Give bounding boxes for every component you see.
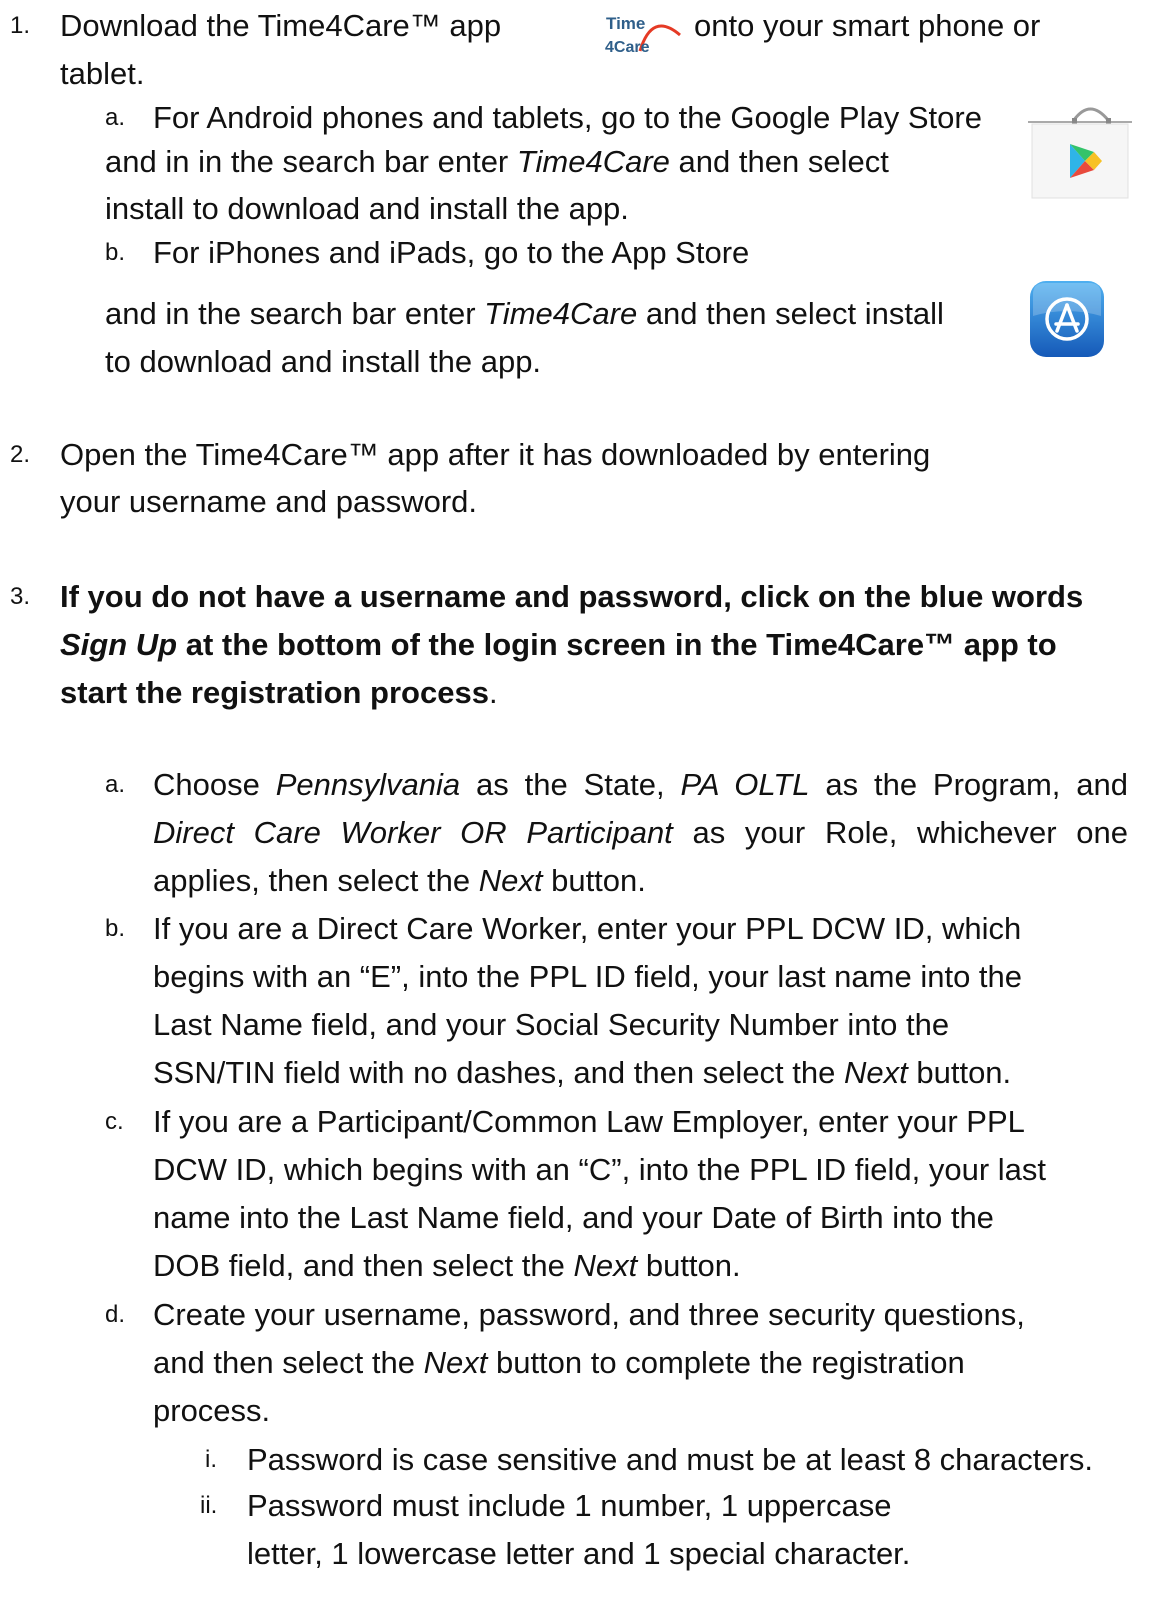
item-1a-line-1: For Android phones and tablets, go to th… [153, 100, 982, 135]
app-store-icon [1030, 281, 1104, 357]
item-2-line-1: Open the Time4Care™ app after it has dow… [60, 437, 931, 472]
item-1a-line-2: and in in the search bar enter Time4Care… [105, 144, 889, 179]
item-3a-line-2: Direct Care Worker OR Participant as you… [153, 815, 1128, 850]
item-3d-ii-marker: ii. [200, 1492, 218, 1519]
time4care-logo-icon: Time 4Care [605, 14, 681, 53]
item-1a-marker: a. [105, 104, 126, 131]
item-1-line-1: Download the Time4Care™ app [60, 8, 502, 43]
item-3a-line-3: applies, then select the Next button. [153, 863, 646, 898]
item-3d-marker: d. [105, 1301, 126, 1328]
item-1b-line-3: to download and install the app. [105, 344, 542, 379]
item-3b-line-4: SSN/TIN field with no dashes, and then s… [153, 1055, 1012, 1090]
item-3c-line-2: DCW ID, which begins with an “C”, into t… [153, 1152, 1047, 1187]
item-3d-i-marker: i. [205, 1446, 217, 1473]
item-1a-line-3: install to download and install the app. [105, 191, 629, 226]
item-1-marker: 1. [10, 12, 31, 39]
item-3b-line-1: If you are a Direct Care Worker, enter y… [153, 911, 1022, 946]
item-1b-line-1: For iPhones and iPads, go to the App Sto… [153, 235, 750, 270]
item-3a-marker: a. [105, 771, 126, 798]
item-3b-line-2: begins with an “E”, into the PPL ID fiel… [153, 959, 1023, 994]
item-3c-line-4: DOB field, and then select the Next butt… [153, 1248, 741, 1283]
google-play-store-icon [1028, 107, 1132, 199]
item-1b-line-2: and in the search bar enter Time4Care an… [105, 296, 944, 331]
item-3c-line-1: If you are a Participant/Common Law Empl… [153, 1104, 1025, 1139]
item-2-line-2: your username and password. [60, 484, 478, 519]
item-3c-line-3: name into the Last Name field, and your … [153, 1200, 994, 1235]
item-3d-line-1: Create your username, password, and thre… [153, 1297, 1025, 1332]
item-1-line-3: tablet. [60, 56, 145, 91]
item-3d-i-line-1: Password is case sensitive and must be a… [247, 1442, 1094, 1477]
item-3b-marker: b. [105, 915, 126, 942]
item-3d-line-3: process. [153, 1393, 271, 1428]
item-3-line-3: start the registration process. [60, 675, 498, 710]
item-3d-line-2: and then select the Next button to compl… [153, 1345, 965, 1380]
item-2-marker: 2. [10, 441, 31, 468]
time4care-logo-top-text: Time [606, 14, 645, 33]
item-3d-ii-line-2: letter, 1 lowercase letter and 1 special… [247, 1536, 911, 1571]
item-3-line-2: Sign Up at the bottom of the login scree… [60, 627, 1057, 662]
item-1-line-2: onto your smart phone or [694, 8, 1041, 43]
time4care-logo-bottom-text: 4Care [605, 39, 650, 53]
item-3a-line-1: Choose Pennsylvania as the State, PA OLT… [153, 767, 1129, 802]
item-3-line-1: If you do not have a username and passwo… [60, 579, 1084, 614]
instructions-document: 1. Download the Time4Care™ app Time 4Car… [0, 0, 1157, 1598]
item-3c-marker: c. [105, 1108, 124, 1135]
item-3b-line-3: Last Name field, and your Social Securit… [153, 1007, 950, 1042]
item-3d-ii-line-1: Password must include 1 number, 1 upperc… [247, 1488, 892, 1523]
item-3-marker: 3. [10, 583, 31, 610]
item-1b-marker: b. [105, 239, 126, 266]
